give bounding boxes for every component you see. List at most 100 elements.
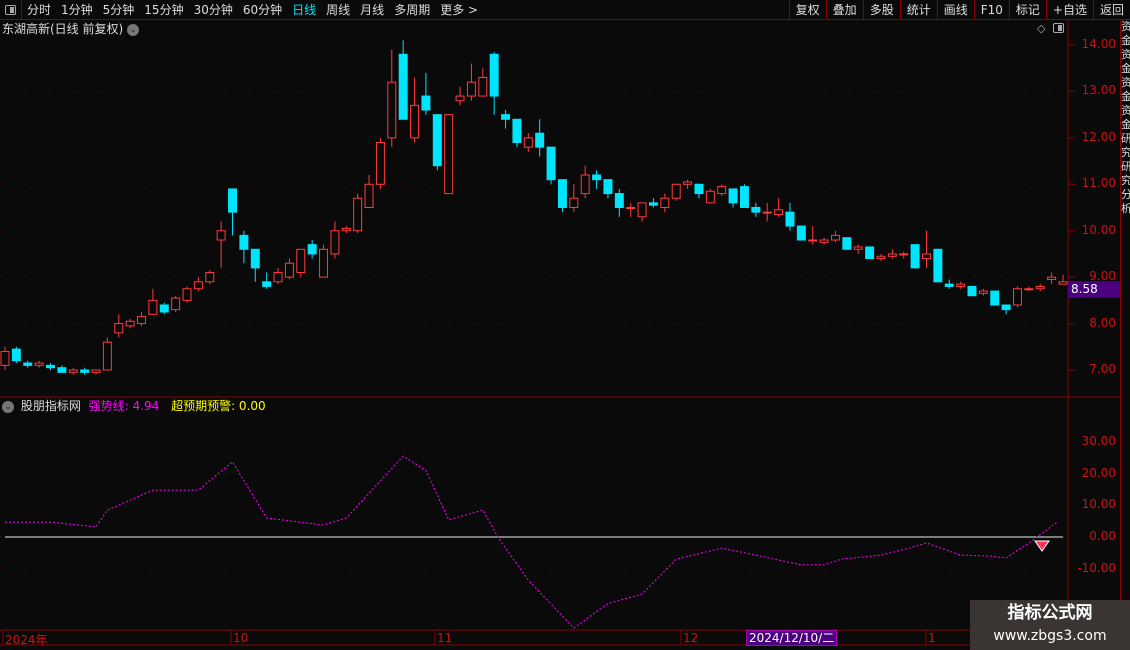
- candle-body: [557, 179, 567, 209]
- candle-body: [205, 272, 215, 283]
- candle-body: [808, 239, 818, 242]
- x-tick-label: 11: [437, 631, 453, 645]
- candle-body: [853, 246, 863, 250]
- y-tick-label: 10.00: [1081, 222, 1116, 237]
- candle-body: [899, 253, 909, 256]
- candle-body: [694, 183, 704, 195]
- candle-body: [444, 114, 454, 195]
- candle-body: [1001, 304, 1011, 311]
- candle-body: [1024, 288, 1034, 291]
- right-side-panel[interactable]: 资金资金资金资金研究研究分析: [1120, 20, 1130, 630]
- candle-body: [364, 183, 374, 209]
- candle-body: [762, 211, 772, 214]
- candle-body: [535, 132, 545, 148]
- candle-body: [455, 95, 465, 102]
- candle-body: [887, 253, 897, 257]
- watermark: 指标公式网 www.zbgs3.com: [970, 600, 1130, 650]
- candle-body: [785, 211, 795, 227]
- candle-body: [34, 362, 44, 366]
- candle-body: [273, 272, 283, 283]
- candle-body: [421, 95, 431, 111]
- candle-body: [614, 193, 624, 209]
- candle-body: [546, 146, 556, 181]
- candle-body: [910, 244, 920, 269]
- candle-body: [216, 230, 226, 241]
- candle-body: [774, 209, 784, 215]
- candle-body: [250, 248, 260, 269]
- candle-body: [671, 183, 681, 199]
- candle-body: [330, 230, 340, 255]
- candle-body: [307, 244, 317, 255]
- candle-body: [91, 369, 101, 373]
- x-tick-label: 1: [928, 631, 936, 645]
- y-tick-label: 7.00: [1089, 362, 1116, 376]
- indicator-legend: ⌄ 股朋指标网 强势线: 4.94 超预期预警: 0.00: [2, 398, 266, 414]
- candle-body: [933, 248, 943, 283]
- candle-body: [387, 81, 397, 139]
- candle-body: [239, 234, 249, 250]
- candle-body: [637, 202, 647, 218]
- candle-body: [46, 364, 55, 369]
- candle-body: [284, 262, 294, 278]
- y-tick-label: 12.00: [1081, 129, 1116, 144]
- candle-body: [967, 285, 977, 297]
- candle-body: [148, 299, 158, 315]
- candle-body: [0, 350, 10, 366]
- chevron-down-icon[interactable]: ⌄: [2, 400, 14, 413]
- candle-body: [353, 197, 363, 232]
- current-price-tag: 8.58: [1068, 281, 1120, 298]
- candle-body: [57, 367, 67, 373]
- kline-chart[interactable]: [0, 0, 1130, 650]
- candle-body: [114, 323, 124, 334]
- candle-body: [11, 348, 21, 362]
- candle-body: [1047, 276, 1057, 280]
- y-tick-label: 8.00: [1089, 315, 1116, 330]
- watermark-url: www.zbgs3.com: [993, 628, 1107, 644]
- candle-body: [717, 186, 727, 195]
- candle-body: [319, 248, 329, 278]
- candle-body: [796, 225, 806, 241]
- candle-body: [137, 316, 146, 325]
- candle-body: [182, 288, 192, 301]
- candle-body: [478, 77, 488, 97]
- candle-body: [80, 369, 90, 373]
- candle-body: [375, 142, 385, 185]
- strong-line-value: 强势线: 4.94: [88, 399, 160, 413]
- candle-body: [944, 283, 954, 287]
- candle-body: [398, 53, 408, 120]
- candle-body: [592, 174, 602, 181]
- y-tick-label: 0.00: [1089, 529, 1116, 543]
- candle-body: [580, 174, 590, 195]
- candle-body: [830, 234, 840, 241]
- warning-signal-icon: [1034, 540, 1050, 552]
- candle-body: [489, 53, 499, 97]
- candle-body: [193, 281, 203, 290]
- watermark-title: 指标公式网: [1007, 603, 1093, 623]
- candle-body: [819, 239, 829, 243]
- candle-body: [466, 81, 476, 97]
- candle-body: [876, 255, 886, 260]
- candle-body: [1013, 288, 1022, 306]
- candle-body: [626, 207, 636, 210]
- candle-body: [410, 104, 420, 139]
- candle-body: [751, 207, 761, 213]
- candle-body: [501, 114, 511, 120]
- candle-body: [660, 197, 670, 209]
- y-tick-label: 30.00: [1081, 433, 1116, 448]
- candle-body: [228, 188, 238, 213]
- candle-body: [1035, 285, 1045, 290]
- candle-body: [842, 237, 852, 250]
- indicator-name: 股朋指标网: [20, 399, 81, 413]
- candle-body: [262, 281, 272, 287]
- candle-body: [978, 290, 988, 294]
- candle-body: [956, 283, 966, 287]
- x-tick-label: 2024年: [5, 633, 48, 647]
- candle-body: [739, 186, 749, 209]
- y-tick-label: 20.00: [1081, 465, 1116, 480]
- candle-body: [990, 290, 1000, 306]
- y-tick-label: 11.00: [1081, 176, 1116, 191]
- y-tick-label: 10.00: [1081, 497, 1116, 512]
- y-tick-label: 14.00: [1081, 37, 1116, 51]
- cursor-date-tag: 2024/12/10/二: [746, 630, 838, 646]
- candle-body: [648, 202, 658, 206]
